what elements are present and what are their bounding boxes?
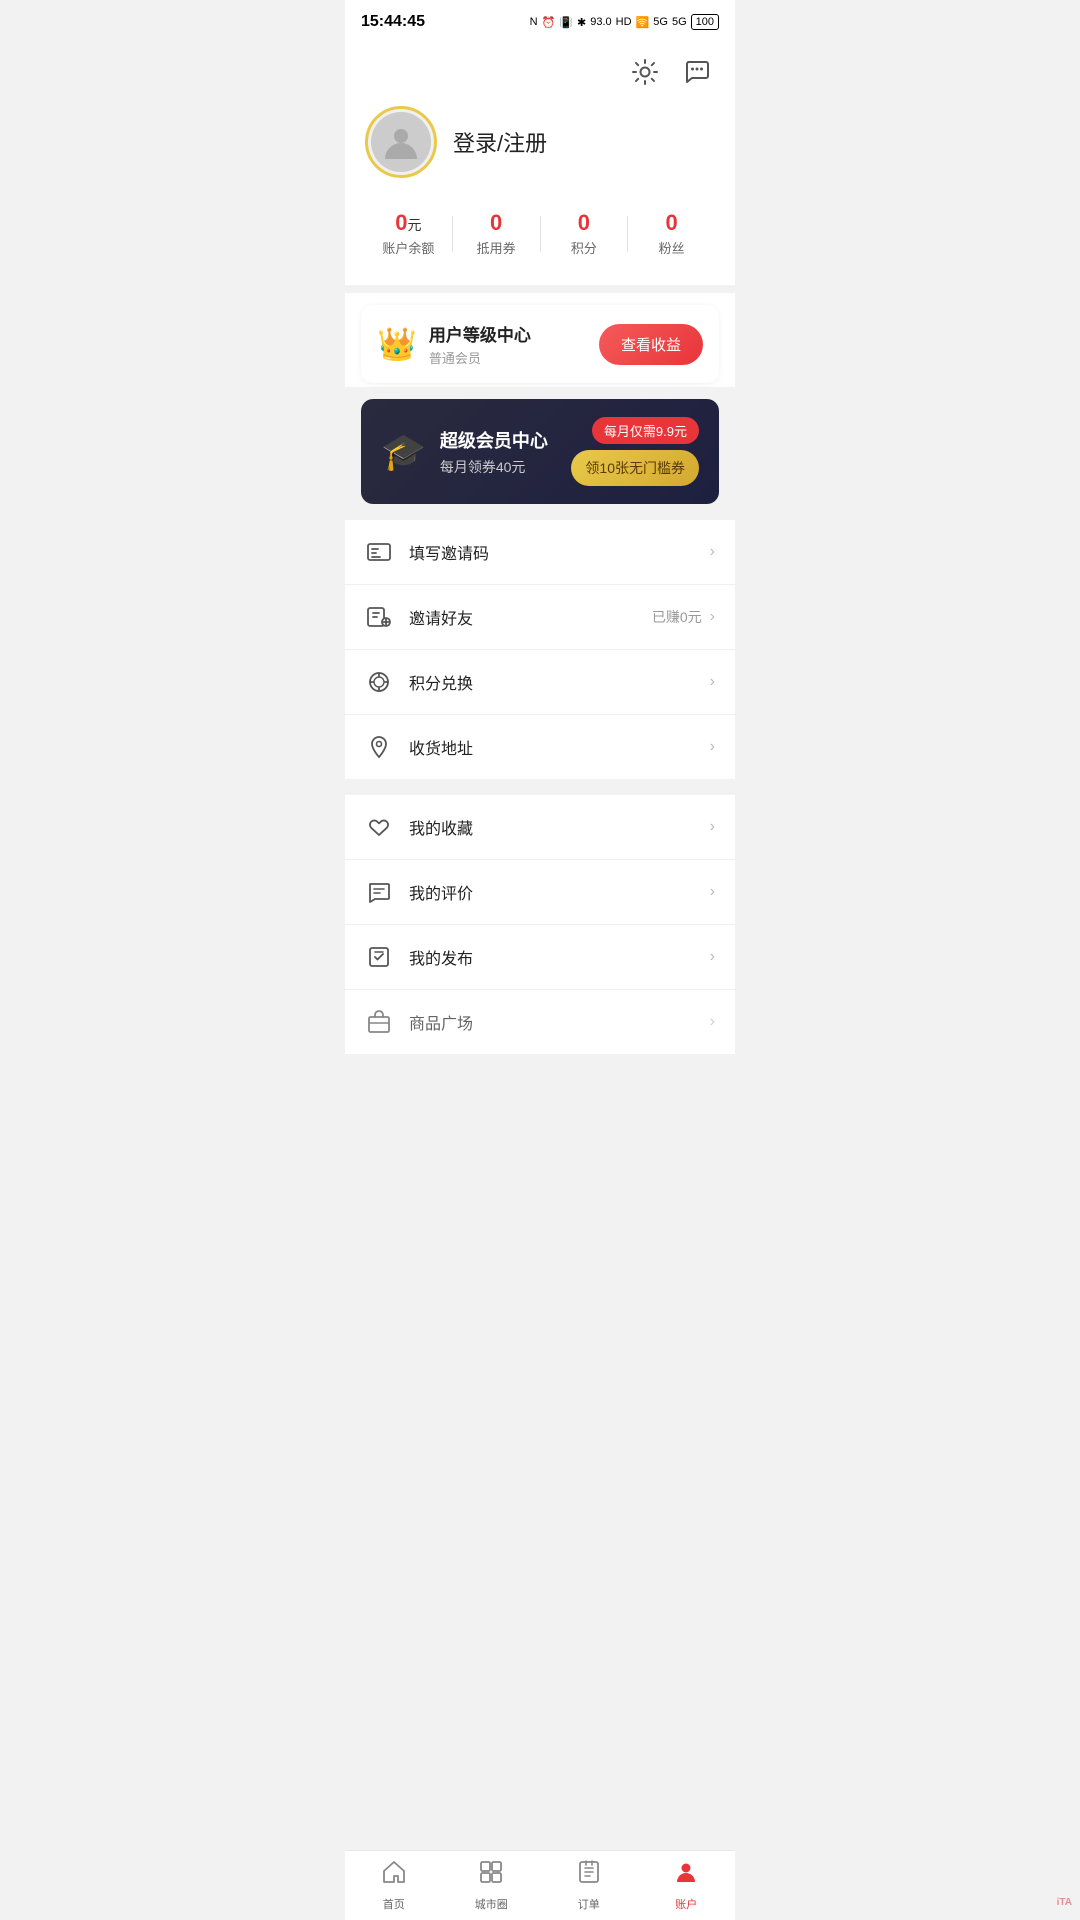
person-icon	[380, 121, 422, 163]
membership-info: 用户等级中心 普通会员	[429, 321, 531, 367]
status-icons: N ⏰ 📳 ✱ 93.0 HD 🛜 5G 5G 100	[530, 14, 719, 30]
avatar[interactable]	[365, 106, 437, 178]
arrow-invite-code: ›	[710, 543, 715, 561]
avatar-placeholder	[371, 112, 431, 172]
menu-item-address[interactable]: 收货地址 ›	[345, 715, 735, 779]
nav-item-city-circle[interactable]: 城市圈	[443, 1851, 541, 1920]
arrow-business: ›	[710, 1013, 715, 1031]
super-member-subtitle: 每月领券40元	[440, 457, 548, 477]
nav-label-order: 订单	[578, 1896, 600, 1912]
super-member-info: 超级会员中心 每月领券40元	[440, 427, 548, 477]
home-icon	[381, 1859, 407, 1892]
stats-row: 0元 账户余额 0 抵用券 0 积分 0 粉丝	[365, 202, 715, 265]
status-bar: 15:44:45 N ⏰ 📳 ✱ 93.0 HD 🛜 5G 5G 100	[345, 0, 735, 44]
invite-code-icon	[365, 538, 393, 566]
menu-label-address: 收货地址	[409, 735, 710, 759]
watermark: iTA	[1057, 1897, 1072, 1908]
membership-subtitle: 普通会员	[429, 348, 531, 367]
account-icon	[673, 1859, 699, 1892]
menu-item-business[interactable]: 商品广场 ›	[345, 990, 735, 1054]
menu-item-invite-friend[interactable]: 邀请好友 已赚0元 ›	[345, 585, 735, 650]
view-earnings-button[interactable]: 查看收益	[599, 324, 703, 365]
nav-label-home: 首页	[383, 1896, 405, 1912]
arrow-favorites: ›	[710, 818, 715, 836]
stat-coupon-value: 0	[490, 210, 502, 236]
menu-label-business: 商品广场	[409, 1010, 710, 1034]
stat-balance-value: 0元	[395, 210, 421, 236]
membership-card: 👑 用户等级中心 普通会员 查看收益	[361, 305, 719, 383]
bottom-nav: 首页 城市圈 订单	[345, 1850, 735, 1920]
gear-icon	[631, 58, 659, 86]
invite-friend-icon	[365, 603, 393, 631]
menu-item-reviews[interactable]: 我的评价 ›	[345, 860, 735, 925]
stat-points-label: 积分	[571, 238, 597, 257]
menu-extra-invite-friend: 已赚0元	[652, 607, 702, 627]
nav-item-account[interactable]: 账户	[638, 1851, 736, 1920]
menu-label-reviews: 我的评价	[409, 880, 710, 904]
reviews-icon	[365, 878, 393, 906]
message-button[interactable]	[679, 54, 715, 90]
login-register-text[interactable]: 登录/注册	[453, 126, 547, 158]
membership-title: 用户等级中心	[429, 321, 531, 346]
profile-row[interactable]: 登录/注册	[365, 106, 715, 178]
arrow-reviews: ›	[710, 883, 715, 901]
super-member-right: 每月仅需9.9元 领10张无门槛券	[571, 417, 699, 486]
stat-fans-value: 0	[666, 210, 678, 236]
menu-item-favorites[interactable]: 我的收藏 ›	[345, 795, 735, 860]
city-circle-icon	[478, 1859, 504, 1892]
menu-label-favorites: 我的收藏	[409, 815, 710, 839]
arrow-points-exchange: ›	[710, 673, 715, 691]
address-icon	[365, 733, 393, 761]
header-actions	[365, 54, 715, 90]
menu-item-points-exchange[interactable]: 积分兑换 ›	[345, 650, 735, 715]
arrow-address: ›	[710, 738, 715, 756]
profile-header: 登录/注册 0元 账户余额 0 抵用券 0 积分 0 粉丝	[345, 44, 735, 285]
menu-label-publish: 我的发布	[409, 945, 710, 969]
stat-points-value: 0	[578, 210, 590, 236]
crown-icon: 👑	[377, 325, 417, 363]
stat-balance[interactable]: 0元 账户余额	[365, 210, 452, 257]
menu-section-2: 我的收藏 › 我的评价 ›	[345, 795, 735, 1054]
super-member-banner[interactable]: 🎓 超级会员中心 每月领券40元 每月仅需9.9元 领10张无门槛券	[361, 399, 719, 504]
menu-gap	[345, 779, 735, 787]
super-member-left: 🎓 超级会员中心 每月领券40元	[381, 427, 548, 477]
arrow-publish: ›	[710, 948, 715, 966]
nav-item-order[interactable]: 订单	[540, 1851, 638, 1920]
menu-label-invite-friend: 邀请好友	[409, 605, 652, 629]
get-coupon-button[interactable]: 领10张无门槛券	[571, 450, 699, 486]
membership-section: 👑 用户等级中心 普通会员 查看收益	[345, 293, 735, 387]
nav-label-account: 账户	[675, 1896, 697, 1912]
stat-points[interactable]: 0 积分	[541, 210, 628, 257]
favorites-icon	[365, 813, 393, 841]
super-member-title: 超级会员中心	[440, 427, 548, 453]
settings-button[interactable]	[627, 54, 663, 90]
stat-coupon[interactable]: 0 抵用券	[453, 210, 540, 257]
order-icon	[576, 1859, 602, 1892]
stat-coupon-label: 抵用券	[477, 238, 516, 257]
menu-item-invite-code[interactable]: 填写邀请码 ›	[345, 520, 735, 585]
points-exchange-icon	[365, 668, 393, 696]
membership-left: 👑 用户等级中心 普通会员	[377, 321, 531, 367]
menu-label-invite-code: 填写邀请码	[409, 540, 710, 564]
publish-icon	[365, 943, 393, 971]
stat-fans-label: 粉丝	[659, 238, 685, 257]
business-icon	[365, 1008, 393, 1036]
nav-label-city-circle: 城市圈	[475, 1896, 508, 1912]
price-badge: 每月仅需9.9元	[592, 417, 699, 444]
nav-item-home[interactable]: 首页	[345, 1851, 443, 1920]
message-icon	[683, 58, 711, 86]
stat-balance-label: 账户余额	[382, 238, 434, 257]
status-time: 15:44:45	[361, 13, 425, 31]
menu-label-points-exchange: 积分兑换	[409, 670, 710, 694]
stat-fans[interactable]: 0 粉丝	[628, 210, 715, 257]
graduation-cap-icon: 🎓	[381, 431, 426, 473]
menu-section-1: 填写邀请码 › 邀请好友 已赚0元 ›	[345, 520, 735, 779]
arrow-invite-friend: ›	[710, 608, 715, 626]
menu-item-publish[interactable]: 我的发布 ›	[345, 925, 735, 990]
